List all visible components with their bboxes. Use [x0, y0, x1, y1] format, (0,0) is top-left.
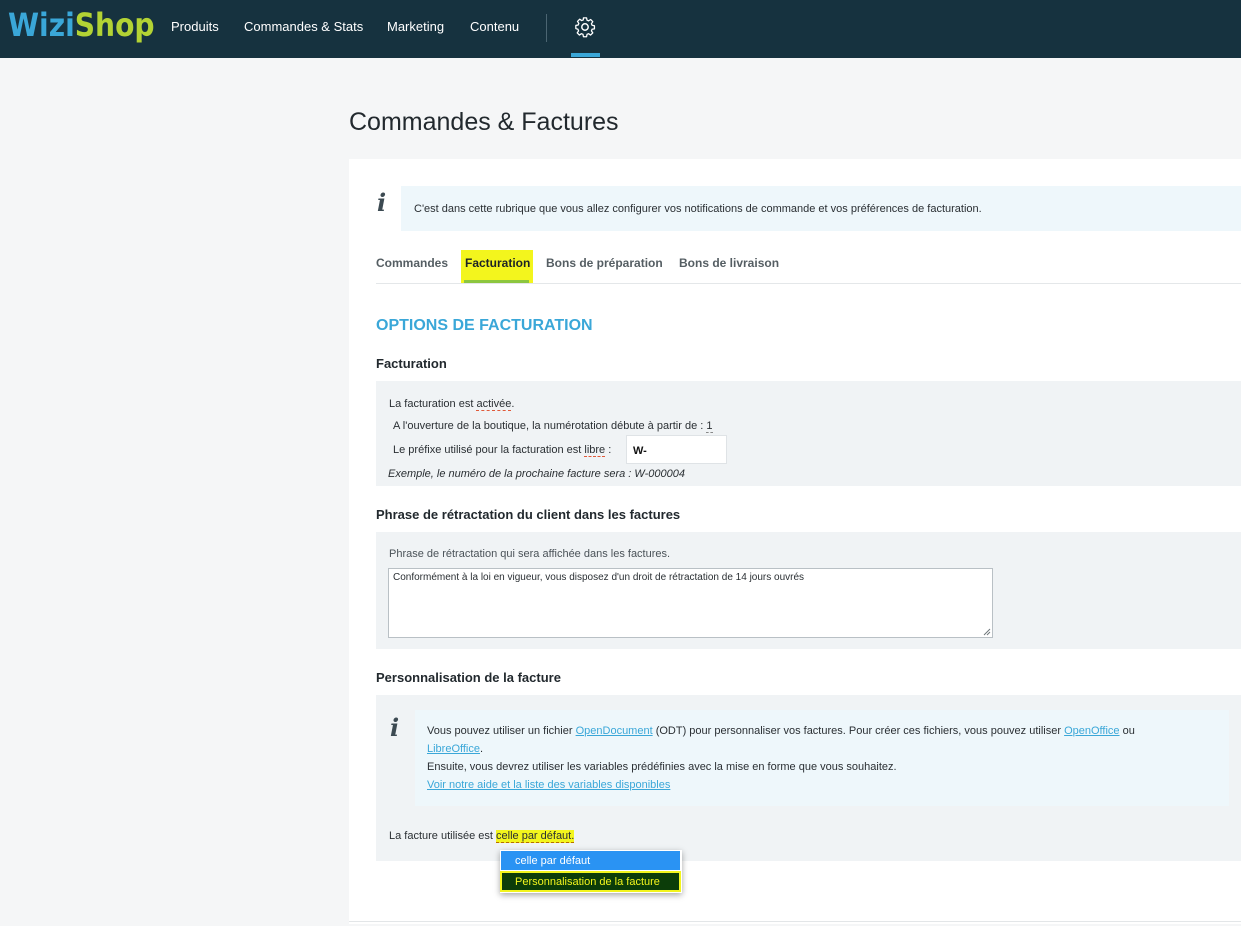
section-title: OPTIONS DE FACTURATION	[376, 317, 593, 334]
nav-divider	[546, 14, 547, 42]
retractation-heading: Phrase de rétractation du client dans le…	[376, 507, 681, 522]
facturation-status-toggle[interactable]: activée	[476, 398, 512, 411]
facturation-status: La facturation est activée.	[389, 398, 515, 411]
prefix-label: Le préfixe utilisé pour la facturation e…	[393, 444, 612, 457]
tab-facturation[interactable]: Facturation	[465, 256, 530, 270]
variables-help-link[interactable]: Voir notre aide et la liste des variable…	[427, 779, 670, 791]
numbering-start-value[interactable]: 1	[706, 420, 713, 433]
nav-marketing[interactable]: Marketing	[387, 19, 444, 34]
gear-icon[interactable]	[574, 16, 596, 38]
tab-commandes[interactable]: Commandes	[376, 256, 448, 270]
wizishop-logo[interactable]: WiziShop	[8, 6, 155, 44]
opendocument-link[interactable]: OpenDocument	[576, 725, 653, 737]
panel-bottom-border	[349, 921, 1241, 922]
resize-handle-icon[interactable]	[983, 628, 991, 636]
nav-commandes-stats[interactable]: Commandes & Stats	[244, 19, 363, 34]
odt-info-line1: Vous pouvez utiliser un fichier OpenDocu…	[427, 725, 1135, 737]
tab-bons-livraison[interactable]: Bons de livraison	[679, 256, 779, 270]
nav-produits[interactable]: Produits	[171, 19, 219, 34]
invoice-template-select[interactable]: celle par défaut.	[496, 830, 575, 843]
invoice-template-dropdown: celle par défaut Personnalisation de la …	[500, 850, 682, 893]
active-nav-indicator	[571, 53, 600, 57]
next-invoice-example: Exemple, le numéro de la prochaine factu…	[388, 468, 685, 480]
prefix-input[interactable]: W-	[626, 435, 727, 464]
info-icon: i	[377, 188, 387, 217]
intro-info-box: C'est dans cette rubrique que vous allez…	[401, 186, 1241, 231]
numbering-start: A l'ouverture de la boutique, la numérot…	[393, 420, 713, 433]
top-navbar: WiziShop Produits Commandes & Stats Mark…	[0, 0, 1241, 58]
openoffice-link[interactable]: OpenOffice	[1064, 725, 1119, 737]
dropdown-option-custom[interactable]: Personnalisation de la facture	[500, 871, 681, 892]
retractation-textarea[interactable]: Conformément à la loi en vigueur, vous d…	[388, 568, 993, 638]
info-icon: i	[390, 713, 400, 742]
nav-contenu[interactable]: Contenu	[470, 19, 519, 34]
odt-info-line2: LibreOffice.	[427, 743, 484, 755]
intro-text: C'est dans cette rubrique que vous allez…	[414, 203, 982, 215]
invoice-template-label: La facture utilisée est celle par défaut…	[389, 830, 575, 843]
tabs-divider	[376, 283, 1241, 284]
facturation-heading: Facturation	[376, 356, 447, 371]
personnalisation-heading: Personnalisation de la facture	[376, 670, 561, 685]
odt-info-line3: Ensuite, vous devrez utiliser les variab…	[427, 761, 897, 773]
dropdown-option-default[interactable]: celle par défaut	[501, 851, 680, 870]
page-title: Commandes & Factures	[349, 108, 619, 136]
libreoffice-link[interactable]: LibreOffice	[427, 743, 480, 755]
tab-bons-preparation[interactable]: Bons de préparation	[546, 256, 663, 270]
prefix-mode-toggle[interactable]: libre	[584, 444, 606, 457]
retractation-label: Phrase de rétractation qui sera affichée…	[389, 548, 671, 560]
